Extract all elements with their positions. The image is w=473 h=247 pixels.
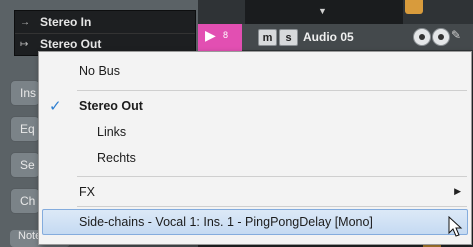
track-number: 8 [223, 30, 229, 40]
solo-button[interactable]: s [279, 29, 298, 46]
menu-separator [77, 176, 467, 177]
record-dot-icon [419, 34, 425, 40]
menu-item-rechts[interactable]: Rechts [39, 146, 471, 170]
output-routing-menu: No Bus ✓ Stereo Out Links Rechts FX ▶ Si… [38, 51, 472, 245]
output-arrow-icon: ↦ [20, 38, 29, 50]
channel-button[interactable]: Ch [10, 188, 40, 214]
menu-item-fx[interactable]: FX ▶ [39, 180, 471, 204]
submenu-arrow-icon: ▶ [454, 186, 461, 196]
input-routing-field[interactable]: → Stereo In [15, 11, 195, 34]
menu-item-label: Side-chains - Vocal 1: Ins. 1 - PingPong… [79, 215, 373, 229]
track-name: Audio 05 [303, 30, 354, 44]
inserts-button[interactable]: Ins [10, 80, 40, 106]
menu-item-label: Links [97, 125, 127, 139]
menu-item-stereo-out[interactable]: ✓ Stereo Out [39, 94, 471, 118]
record-enable-button[interactable] [413, 28, 431, 46]
input-routing-label: Stereo In [40, 15, 92, 29]
output-routing-label: Stereo Out [40, 37, 102, 51]
menu-item-label: Stereo Out [79, 99, 143, 113]
mute-button[interactable]: m [258, 29, 277, 46]
menu-item-label: FX [79, 185, 95, 199]
input-arrow-icon: → [20, 16, 30, 28]
menu-item-label: Rechts [97, 151, 136, 165]
menu-item-links[interactable]: Links [39, 120, 471, 144]
dropdown-arrow-icon: ▼ [318, 6, 327, 16]
routing-panel: → Stereo In ↦ Stereo Out [14, 10, 196, 56]
edit-channel-icon[interactable]: ✎ [451, 28, 461, 42]
mouse-cursor-icon [448, 216, 463, 237]
folder-icon [405, 0, 423, 14]
menu-item-side-chain[interactable]: Side-chains - Vocal 1: Ins. 1 - PingPong… [42, 209, 468, 235]
menu-item-label: No Bus [79, 64, 120, 78]
checkmark-icon: ✓ [49, 98, 62, 115]
sends-button[interactable]: Se [10, 152, 40, 178]
track-flag-icon: ▶ [205, 27, 216, 43]
monitor-button[interactable] [432, 28, 450, 46]
menu-separator [77, 206, 467, 207]
menu-item-no-bus[interactable]: No Bus [39, 59, 471, 83]
eq-button[interactable]: Eq [10, 116, 40, 142]
monitor-dot-icon [438, 34, 444, 40]
menu-separator [77, 90, 467, 91]
